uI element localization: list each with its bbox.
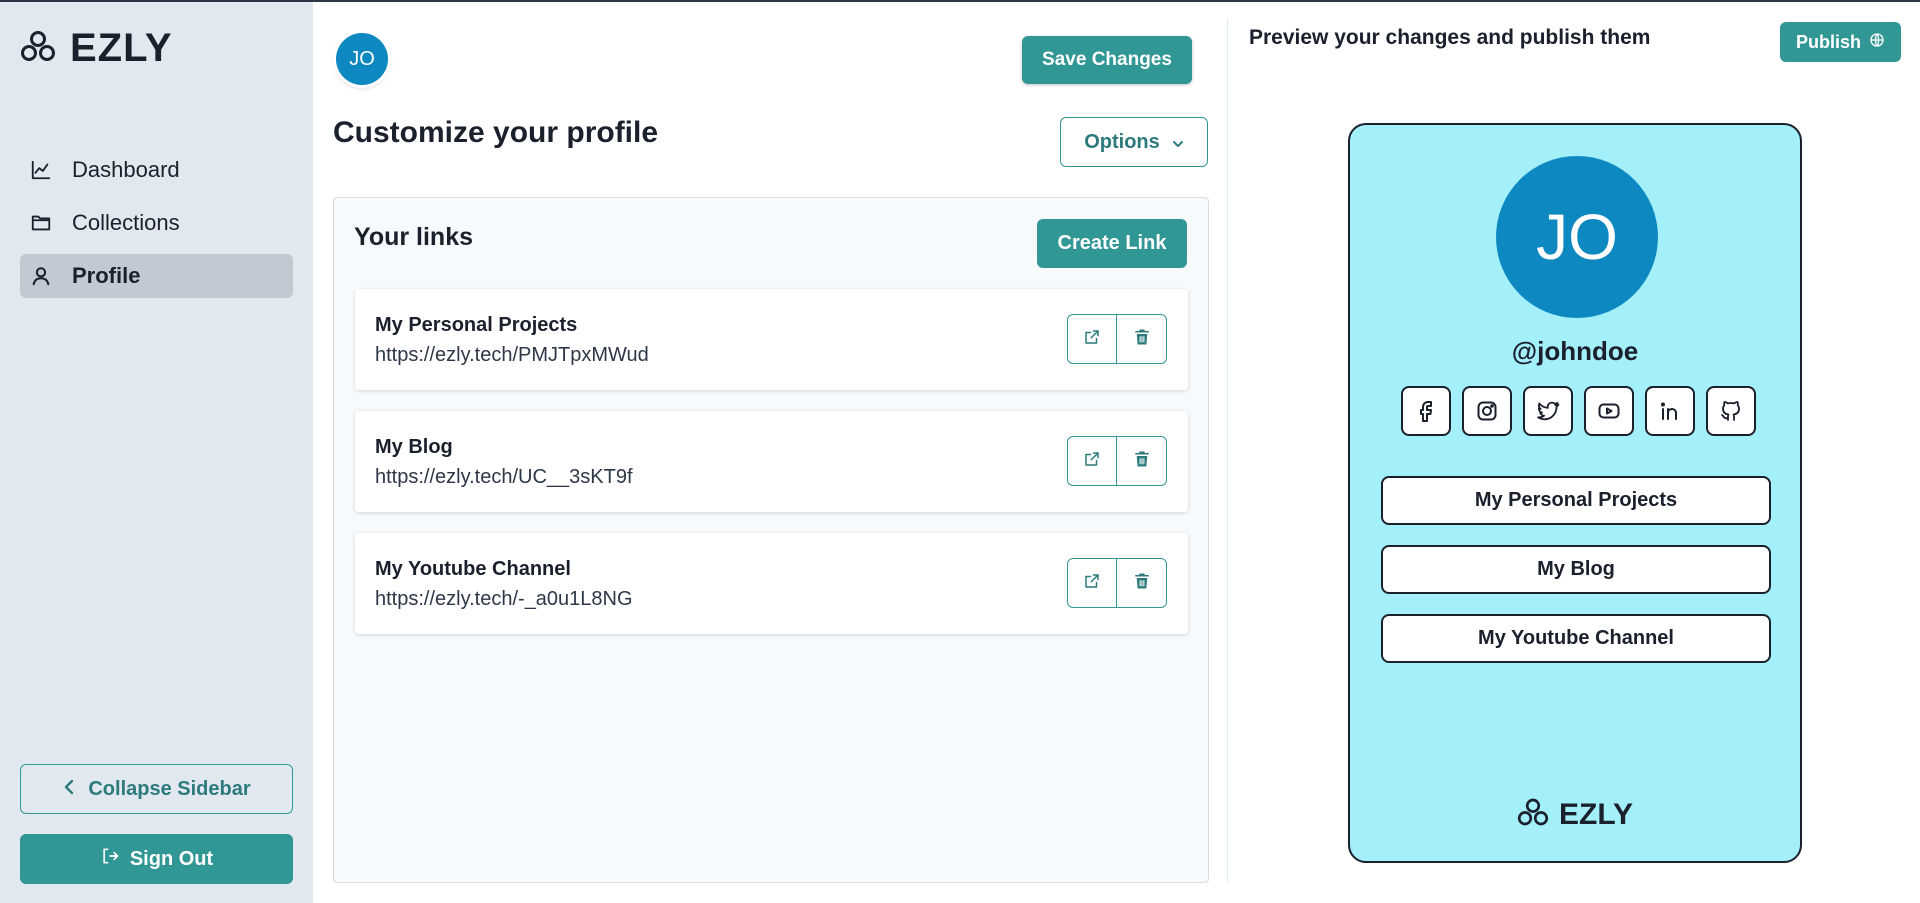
external-link-icon [1083,328,1101,351]
user-icon [30,265,52,287]
panel-divider [1227,20,1228,882]
logo-icon [1517,797,1549,832]
profile-preview: JO @johndoe My Personal Projects My Blog… [1348,123,1802,863]
avatar[interactable]: JO [336,33,388,85]
trash-icon [1133,449,1151,474]
link-card: My Personal Projects https://ezly.tech/P… [355,289,1188,390]
save-changes-button[interactable]: Save Changes [1022,36,1192,84]
links-title: Your links [354,223,474,251]
chevron-down-icon [1172,131,1184,154]
collapse-sidebar-button[interactable]: Collapse Sidebar [20,764,293,814]
options-label: Options [1084,130,1160,153]
preview-link-button[interactable]: My Personal Projects [1381,476,1771,525]
preview-link-button[interactable]: My Youtube Channel [1381,614,1771,663]
social-icons [1401,386,1756,436]
instagram-icon[interactable] [1462,386,1512,436]
sign-out-icon [100,846,120,872]
external-link-icon [1083,572,1101,595]
sidebar-item-label: Dashboard [72,157,180,182]
link-name: My Youtube Channel [375,558,571,580]
sign-out-label: Sign Out [129,847,214,870]
youtube-icon[interactable] [1584,386,1634,436]
sidebar-nav: Dashboard Collections Profile [20,148,293,307]
open-link-button[interactable] [1067,436,1117,486]
trash-icon [1133,571,1151,596]
sidebar-item-collections[interactable]: Collections [20,201,293,245]
link-card: My Youtube Channel https://ezly.tech/-_a… [355,533,1188,634]
sidebar-item-dashboard[interactable]: Dashboard [20,148,293,192]
chevron-left-icon [62,778,76,801]
delete-link-button[interactable] [1117,558,1167,608]
link-url[interactable]: https://ezly.tech/-_a0u1L8NG [375,588,633,611]
link-card: My Blog https://ezly.tech/UC__3sKT9f [355,411,1188,512]
link-actions [1067,558,1167,608]
link-url[interactable]: https://ezly.tech/PMJTpxMWud [375,344,649,367]
link-name: My Personal Projects [375,314,578,336]
trash-icon [1133,327,1151,352]
chart-line-icon [30,159,52,181]
sidebar-item-label: Collections [72,210,180,235]
link-url[interactable]: https://ezly.tech/UC__3sKT9f [375,466,633,489]
brand-name: EZLY [70,26,173,70]
twitter-icon[interactable] [1523,386,1573,436]
preview-avatar: JO [1496,156,1658,318]
link-actions [1067,314,1167,364]
link-name: My Blog [375,436,453,458]
open-link-button[interactable] [1067,314,1117,364]
linkedin-icon[interactable] [1645,386,1695,436]
preview-brand: EZLY [1350,797,1800,832]
sidebar-item-label: Profile [72,263,141,288]
create-link-button[interactable]: Create Link [1037,219,1187,268]
publish-label: Publish [1795,31,1861,52]
preview-title: Preview your changes and publish them [1249,26,1651,49]
options-dropdown[interactable]: Options [1060,117,1208,167]
brand[interactable]: EZLY [20,26,173,71]
folder-icon [30,212,52,234]
facebook-icon[interactable] [1401,386,1451,436]
open-link-button[interactable] [1067,558,1117,608]
link-actions [1067,436,1167,486]
collapse-sidebar-label: Collapse Sidebar [88,777,251,800]
delete-link-button[interactable] [1117,314,1167,364]
external-link-icon [1083,450,1101,473]
github-icon[interactable] [1706,386,1756,436]
sidebar-item-profile[interactable]: Profile [20,254,293,298]
page-title: Customize your profile [333,116,659,149]
sign-out-button[interactable]: Sign Out [20,834,293,884]
links-panel: Your links Create Link My Personal Proje… [333,197,1209,883]
preview-link-button[interactable]: My Blog [1381,545,1771,594]
logo-icon [20,30,56,67]
delete-link-button[interactable] [1117,436,1167,486]
globe-icon [1869,32,1885,53]
publish-button[interactable]: Publish [1780,22,1901,62]
preview-handle: @johndoe [1511,336,1639,366]
sidebar: EZLY Dashboard Collections Profile Colla… [0,2,313,903]
preview-brand-name: EZLY [1559,797,1633,831]
